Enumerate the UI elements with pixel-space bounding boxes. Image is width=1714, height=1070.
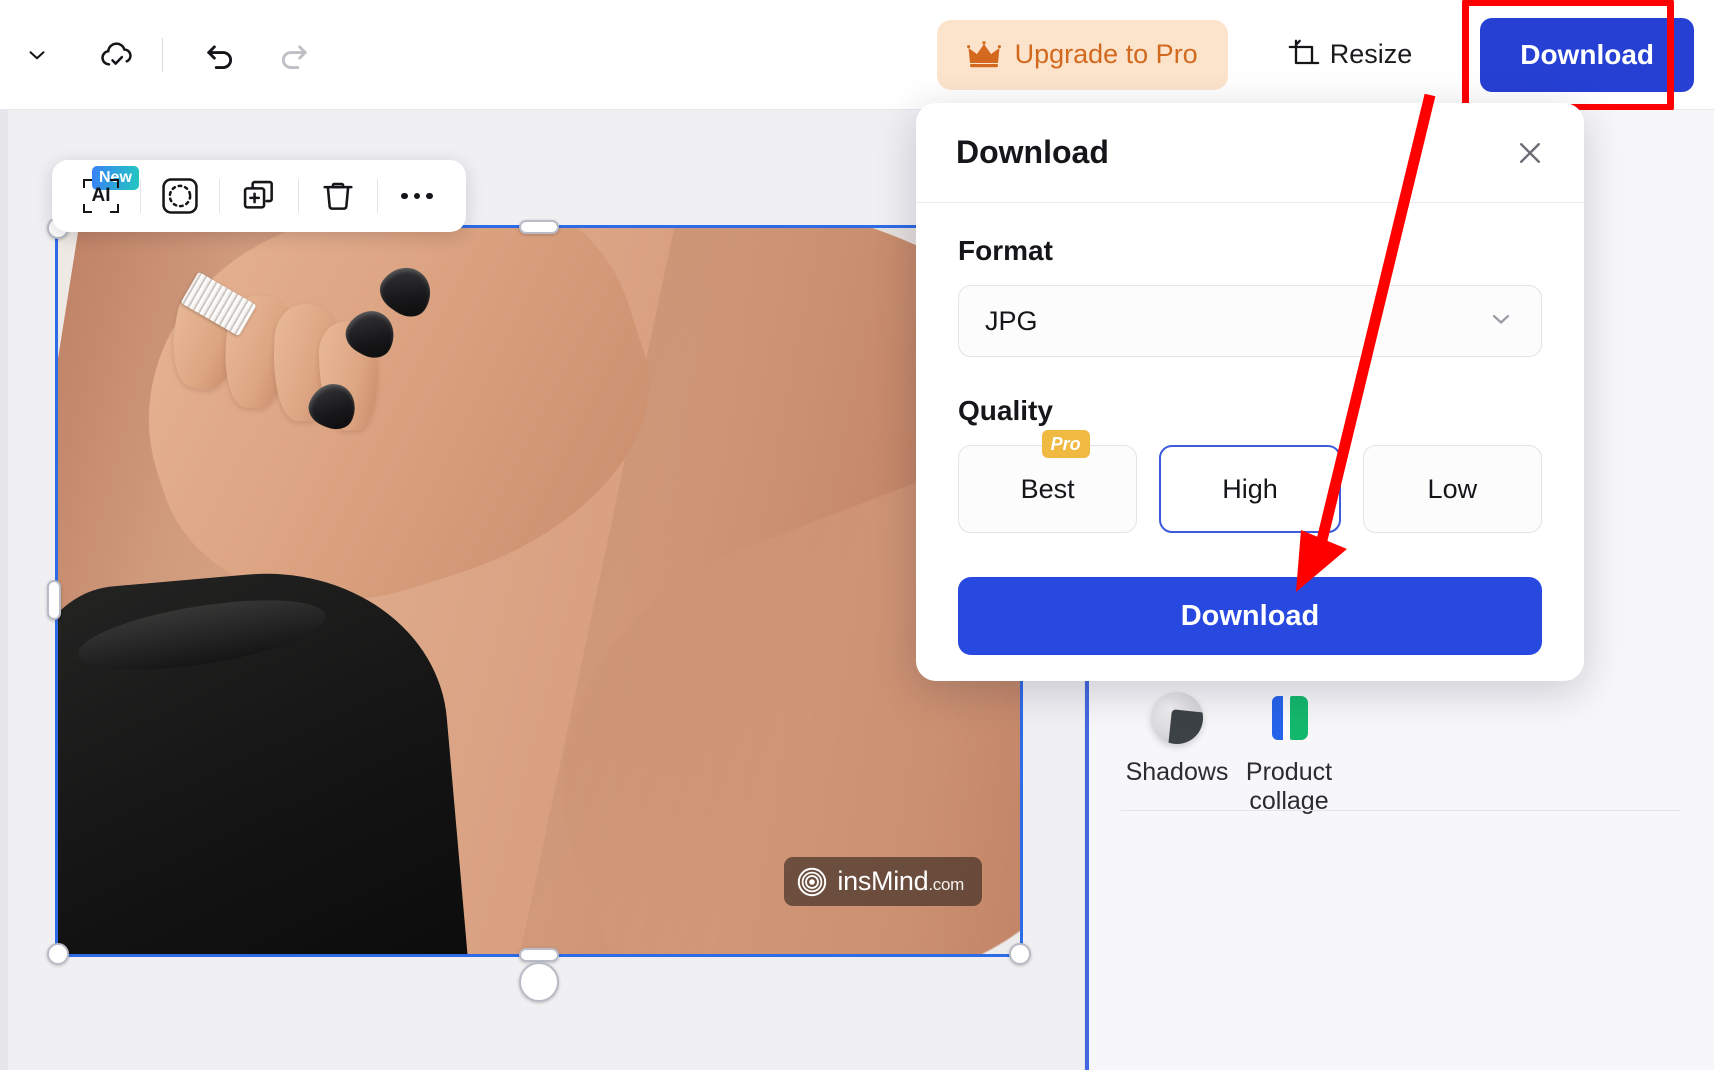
upgrade-to-pro-label: Upgrade to Pro [1014, 39, 1198, 69]
quality-option-label: High [1222, 473, 1278, 504]
left-rail [0, 110, 8, 1070]
shadow-sphere-icon [1149, 690, 1205, 746]
toolbar-left-group [0, 24, 325, 86]
sidebar-tool-label: Product collage [1245, 758, 1333, 815]
format-select[interactable]: JPG [958, 285, 1542, 357]
canvas-photo: insMind.com [58, 228, 1020, 954]
cloud-check-icon [101, 41, 132, 66]
ai-tool-button[interactable]: New AI [62, 166, 140, 226]
ellipsis-icon [401, 192, 433, 200]
insmind-watermark: insMind.com [784, 857, 982, 906]
sidebar-tool-label: Shadows [1125, 758, 1229, 786]
chevron-down-icon [29, 50, 45, 59]
download-modal-header: Download [916, 103, 1584, 203]
spiral-logo-icon [798, 867, 827, 896]
rotate-handle[interactable] [519, 962, 559, 1002]
crop-icon [1288, 39, 1320, 64]
undo-button[interactable] [189, 24, 251, 86]
quality-options-group: Pro Best High Low [958, 430, 1542, 533]
element-floating-toolbar: New AI [52, 160, 466, 232]
toolbar-divider [162, 37, 163, 72]
delete-button[interactable] [299, 166, 377, 226]
close-modal-button[interactable] [1508, 131, 1552, 175]
quality-label: Quality [958, 395, 1053, 426]
upgrade-to-pro-button[interactable]: Upgrade to Pro [936, 19, 1228, 90]
more-options-button[interactable] [378, 166, 456, 226]
quality-option-high[interactable]: High [1159, 445, 1341, 533]
sidebar-tool-product-collage[interactable]: Product collage [1233, 690, 1345, 816]
select-subject-button[interactable] [141, 166, 219, 226]
ai-label: AI [91, 185, 111, 206]
quality-option-low[interactable]: Low [1362, 445, 1542, 533]
menu-chevron-button[interactable] [6, 24, 68, 86]
quality-option-label: Low [1427, 473, 1478, 504]
trash-icon [323, 182, 353, 210]
download-button-wrapper: Download [1462, 0, 1694, 111]
watermark-label: insMind.com [837, 866, 964, 896]
duplicate-button[interactable] [220, 166, 298, 226]
dotted-circle-icon [162, 178, 198, 214]
ai-brackets-icon: AI [83, 179, 119, 213]
toolbar-right-group: Upgrade to Pro Resize Download [936, 0, 1714, 111]
resize-label: Resize [1329, 39, 1413, 69]
sidebar-divider [1121, 810, 1681, 811]
product-collage-icon [1261, 690, 1317, 746]
duplicate-plus-icon [243, 180, 273, 209]
resize-button[interactable]: Resize [1266, 24, 1435, 86]
download-top-button[interactable]: Download [1480, 17, 1694, 92]
cloud-saved-button[interactable] [86, 24, 148, 86]
undo-icon [207, 44, 232, 69]
quality-option-best[interactable]: Pro Best [958, 430, 1138, 533]
top-toolbar: Upgrade to Pro Resize Download [0, 0, 1714, 111]
close-icon [1520, 142, 1540, 163]
resize-handle-bottom-left[interactable] [47, 943, 69, 965]
resize-handle-bottom-right[interactable] [1009, 943, 1031, 965]
download-modal-body: Format JPG Quality Pro Best High Low [916, 203, 1584, 533]
redo-icon [282, 44, 307, 69]
effect-tools-row: Shadows Product collage [1121, 690, 1681, 816]
selected-image-frame[interactable]: insMind.com [47, 217, 1031, 1002]
pro-badge: Pro [1041, 430, 1090, 459]
quality-option-label: Best [1020, 473, 1075, 504]
crown-icon [966, 40, 1001, 67]
chevron-down-icon [1487, 305, 1515, 338]
format-selected-value: JPG [985, 305, 1038, 336]
download-modal-title: Download [956, 134, 1109, 170]
app-root: Upgrade to Pro Resize Download insMind.c… [0, 0, 1714, 1070]
sidebar-tool-shadows[interactable]: Shadows [1121, 690, 1233, 787]
download-modal: Download Format JPG Quality Pro Best Hig… [916, 103, 1584, 681]
format-label: Format [958, 235, 1053, 266]
modal-download-button[interactable]: Download [958, 577, 1542, 655]
resize-handle-bottom-center[interactable] [519, 948, 559, 962]
resize-handle-top-center[interactable] [519, 220, 559, 234]
redo-button[interactable] [263, 24, 325, 86]
resize-handle-middle-left[interactable] [47, 580, 61, 620]
